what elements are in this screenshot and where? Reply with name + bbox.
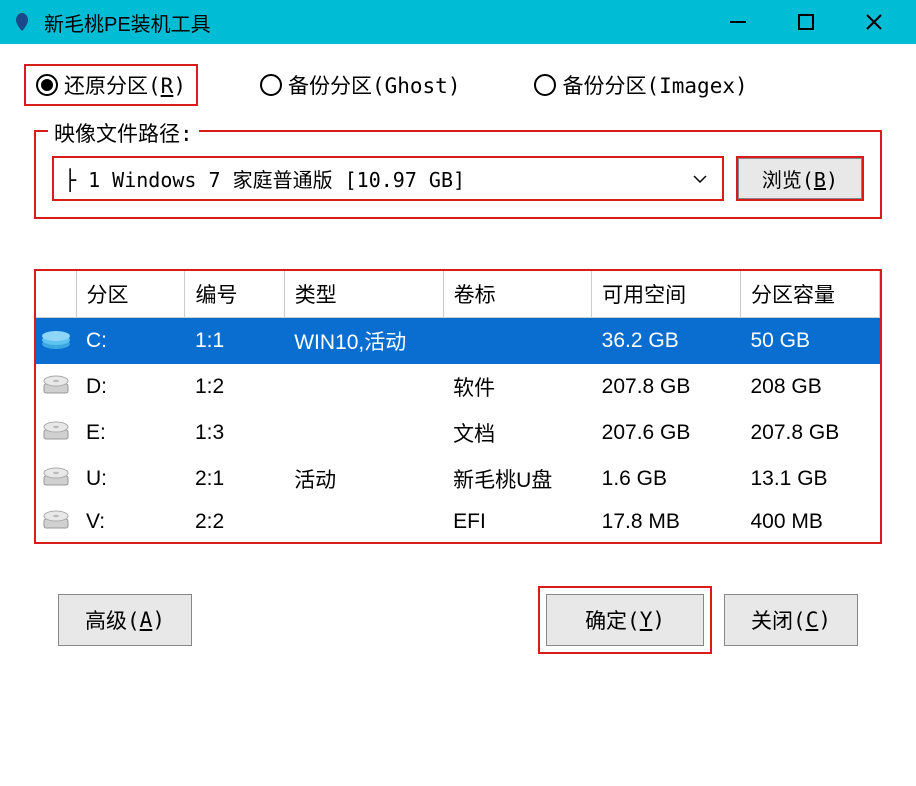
advanced-button[interactable]: 高级(A) — [58, 594, 192, 646]
minimize-button[interactable] — [724, 8, 752, 36]
radio-checked-icon — [36, 74, 58, 96]
cell-number: 1:1 — [185, 318, 284, 365]
partition-table: 分区 编号 类型 卷标 可用空间 分区容量 C:1:1WIN10,活动 36.2 … — [34, 269, 882, 544]
header-label[interactable]: 卷标 — [443, 271, 592, 318]
disk-icon — [36, 364, 76, 410]
table-row[interactable]: C:1:1WIN10,活动 36.2 GB50 GB — [36, 318, 880, 365]
cell-size: 50 GB — [740, 318, 879, 365]
disk-icon — [36, 410, 76, 456]
app-logo-icon — [8, 8, 36, 36]
table-header-row: 分区 编号 类型 卷标 可用空间 分区容量 — [36, 271, 880, 318]
cell-label: 新毛桃U盘 — [443, 456, 592, 502]
cell-free: 17.8 MB — [592, 502, 741, 542]
cell-size: 208 GB — [740, 364, 879, 410]
close-button[interactable]: 关闭(C) — [724, 594, 858, 646]
disk-icon — [36, 318, 76, 365]
window-controls — [724, 8, 888, 36]
disk-icon — [36, 502, 76, 542]
cell-free: 207.6 GB — [592, 410, 741, 456]
cell-label: 软件 — [443, 364, 592, 410]
radio-backup-imagex[interactable]: 备份分区(Imagex) — [522, 64, 759, 106]
cell-type — [284, 410, 443, 456]
header-number[interactable]: 编号 — [185, 271, 284, 318]
cell-type: 活动 — [284, 456, 443, 502]
table-row[interactable]: E:1:3 文档207.6 GB207.8 GB — [36, 410, 880, 456]
cell-size: 400 MB — [740, 502, 879, 542]
radio-unchecked-icon — [534, 74, 556, 96]
cell-size: 207.8 GB — [740, 410, 879, 456]
image-path-fieldset: 映像文件路径: ├ 1 Windows 7 家庭普通版 [10.97 GB] 浏… — [34, 130, 882, 219]
table-row[interactable]: U:2:1活动新毛桃U盘1.6 GB13.1 GB — [36, 456, 880, 502]
cell-free: 36.2 GB — [592, 318, 741, 365]
header-size[interactable]: 分区容量 — [740, 271, 879, 318]
header-free[interactable]: 可用空间 — [592, 271, 741, 318]
maximize-button[interactable] — [792, 8, 820, 36]
header-type[interactable]: 类型 — [284, 271, 443, 318]
cell-free: 207.8 GB — [592, 364, 741, 410]
radio-unchecked-icon — [260, 74, 282, 96]
cell-free: 1.6 GB — [592, 456, 741, 502]
cell-type: WIN10,活动 — [284, 318, 443, 365]
footer-buttons: 高级(A) 确定(Y) 关闭(C) — [24, 594, 892, 646]
table-row[interactable]: V:2:2 EFI17.8 MB400 MB — [36, 502, 880, 542]
cell-size: 13.1 GB — [740, 456, 879, 502]
cell-drive: D: — [76, 364, 185, 410]
cell-drive: V: — [76, 502, 185, 542]
ok-button[interactable]: 确定(Y) — [546, 594, 704, 646]
disk-icon — [36, 456, 76, 502]
mode-radio-group: 还原分区(R) 备份分区(Ghost) 备份分区(Imagex) — [24, 64, 892, 106]
cell-label: EFI — [443, 502, 592, 542]
cell-number: 2:1 — [185, 456, 284, 502]
cell-drive: C: — [76, 318, 185, 365]
radio-restore-partition[interactable]: 还原分区(R) — [24, 64, 198, 106]
titlebar: 新毛桃PE装机工具 — [0, 0, 916, 44]
browse-button[interactable]: 浏览(B) — [736, 156, 864, 201]
cell-type — [284, 364, 443, 410]
dropdown-value: ├ 1 Windows 7 家庭普通版 [10.97 GB] — [64, 164, 688, 193]
chevron-down-icon — [688, 168, 712, 189]
radio-label: 还原分区(R) — [64, 70, 186, 100]
cell-number: 1:2 — [185, 364, 284, 410]
cell-number: 1:3 — [185, 410, 284, 456]
close-button[interactable] — [860, 8, 888, 36]
cell-number: 2:2 — [185, 502, 284, 542]
header-partition[interactable]: 分区 — [76, 271, 185, 318]
radio-label: 备份分区(Imagex) — [562, 70, 747, 100]
image-path-dropdown[interactable]: ├ 1 Windows 7 家庭普通版 [10.97 GB] — [52, 156, 724, 201]
app-title: 新毛桃PE装机工具 — [44, 8, 724, 37]
fieldset-legend: 映像文件路径: — [48, 118, 199, 148]
cell-drive: E: — [76, 410, 185, 456]
cell-drive: U: — [76, 456, 185, 502]
table-row[interactable]: D:1:2 软件207.8 GB208 GB — [36, 364, 880, 410]
cell-label — [443, 318, 592, 365]
radio-backup-ghost[interactable]: 备份分区(Ghost) — [248, 64, 473, 106]
cell-type — [284, 502, 443, 542]
cell-label: 文档 — [443, 410, 592, 456]
radio-label: 备份分区(Ghost) — [288, 70, 461, 100]
